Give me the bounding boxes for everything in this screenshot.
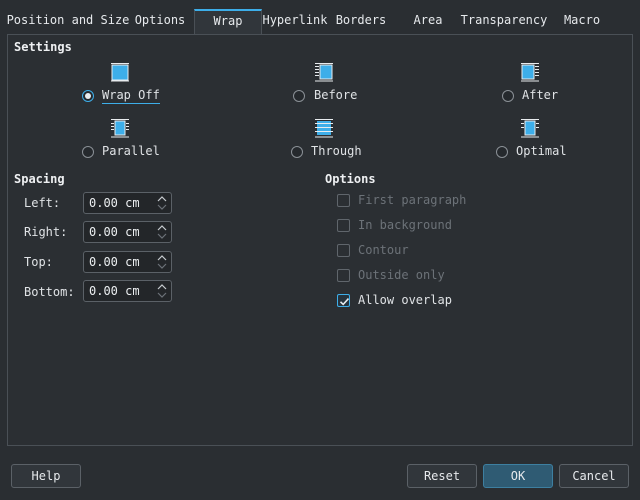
cancel-button[interactable]: Cancel [559, 464, 629, 488]
contour-checkbox[interactable] [337, 244, 350, 257]
top-spacing-spinbox[interactable]: 0.00 cm [83, 251, 172, 273]
wrap-optimal-icon[interactable] [520, 118, 540, 138]
cancel-button-label: Cancel [572, 469, 616, 483]
left-spacing-spinbox[interactable]: 0.00 cm [83, 192, 172, 214]
wrap-through-icon[interactable] [314, 118, 334, 138]
right-spacing-value[interactable]: 0.00 cm [89, 225, 140, 239]
wrap-before-icon[interactable] [314, 62, 334, 82]
wrap-off-radio[interactable] [82, 90, 94, 102]
right-spacing-label: Right: [24, 225, 68, 239]
first-paragraph-label[interactable]: First paragraph [358, 193, 466, 207]
tab-label: Hyperlink [262, 13, 328, 27]
spin-arrows-icon[interactable] [156, 253, 168, 271]
through-radio[interactable] [291, 146, 303, 158]
tab-borders[interactable]: Borders [332, 10, 390, 32]
tab-macro[interactable]: Macro [558, 10, 606, 32]
left-spacing-label: Left: [24, 196, 61, 210]
parallel-radio[interactable] [82, 146, 94, 158]
tab-label: Macro [563, 13, 601, 27]
tab-position-and-size[interactable]: Position and Size [6, 10, 130, 32]
ok-button-label: OK [510, 469, 526, 483]
tab-label: Wrap [213, 14, 243, 28]
optimal-label[interactable]: Optimal [516, 144, 567, 158]
settings-heading: Settings [14, 40, 72, 54]
bottom-spacing-value[interactable]: 0.00 cm [89, 284, 140, 298]
tab-label: Borders [335, 13, 387, 27]
tab-transparency[interactable]: Transparency [458, 10, 550, 32]
spin-arrows-icon[interactable] [156, 282, 168, 300]
spin-arrows-icon[interactable] [156, 194, 168, 212]
checkmark-icon [339, 298, 350, 306]
tab-label: Options [134, 13, 186, 27]
tab-label: Position and Size [6, 13, 130, 27]
through-label[interactable]: Through [311, 144, 362, 158]
optimal-radio[interactable] [496, 146, 508, 158]
spacing-heading: Spacing [14, 172, 65, 186]
before-radio[interactable] [293, 90, 305, 102]
tab-label: Area [413, 13, 443, 27]
top-spacing-label: Top: [24, 255, 53, 269]
wrap-parallel-icon[interactable] [110, 118, 130, 138]
bottom-spacing-spinbox[interactable]: 0.00 cm [83, 280, 172, 302]
allow-overlap-checkbox[interactable] [337, 294, 350, 307]
spin-arrows-icon[interactable] [156, 223, 168, 241]
before-label[interactable]: Before [314, 88, 357, 102]
left-spacing-value[interactable]: 0.00 cm [89, 196, 140, 210]
top-spacing-value[interactable]: 0.00 cm [89, 255, 140, 269]
parallel-label[interactable]: Parallel [102, 144, 160, 158]
contour-label[interactable]: Contour [358, 243, 409, 257]
tab-label: Transparency [460, 13, 548, 27]
first-paragraph-checkbox[interactable] [337, 194, 350, 207]
bottom-spacing-label: Bottom: [24, 285, 75, 299]
wrap-off-icon[interactable] [110, 62, 130, 82]
tab-hyperlink[interactable]: Hyperlink [262, 10, 328, 32]
wrap-after-icon[interactable] [520, 62, 540, 82]
help-button-label: Help [31, 469, 61, 483]
tab-area[interactable]: Area [400, 10, 456, 32]
wrap-off-label[interactable]: Wrap Off [102, 88, 160, 104]
in-background-label[interactable]: In background [358, 218, 452, 232]
allow-overlap-label[interactable]: Allow overlap [358, 293, 452, 307]
after-label[interactable]: After [522, 88, 558, 102]
help-button[interactable]: Help [11, 464, 81, 488]
right-spacing-spinbox[interactable]: 0.00 cm [83, 221, 172, 243]
after-radio[interactable] [502, 90, 514, 102]
outside-only-checkbox[interactable] [337, 269, 350, 282]
options-heading: Options [325, 172, 376, 186]
reset-button-label: Reset [423, 469, 461, 483]
outside-only-label[interactable]: Outside only [358, 268, 445, 282]
in-background-checkbox[interactable] [337, 219, 350, 232]
tab-options[interactable]: Options [132, 10, 188, 32]
reset-button[interactable]: Reset [407, 464, 477, 488]
ok-button[interactable]: OK [483, 464, 553, 488]
tab-wrap[interactable]: Wrap [194, 9, 262, 35]
